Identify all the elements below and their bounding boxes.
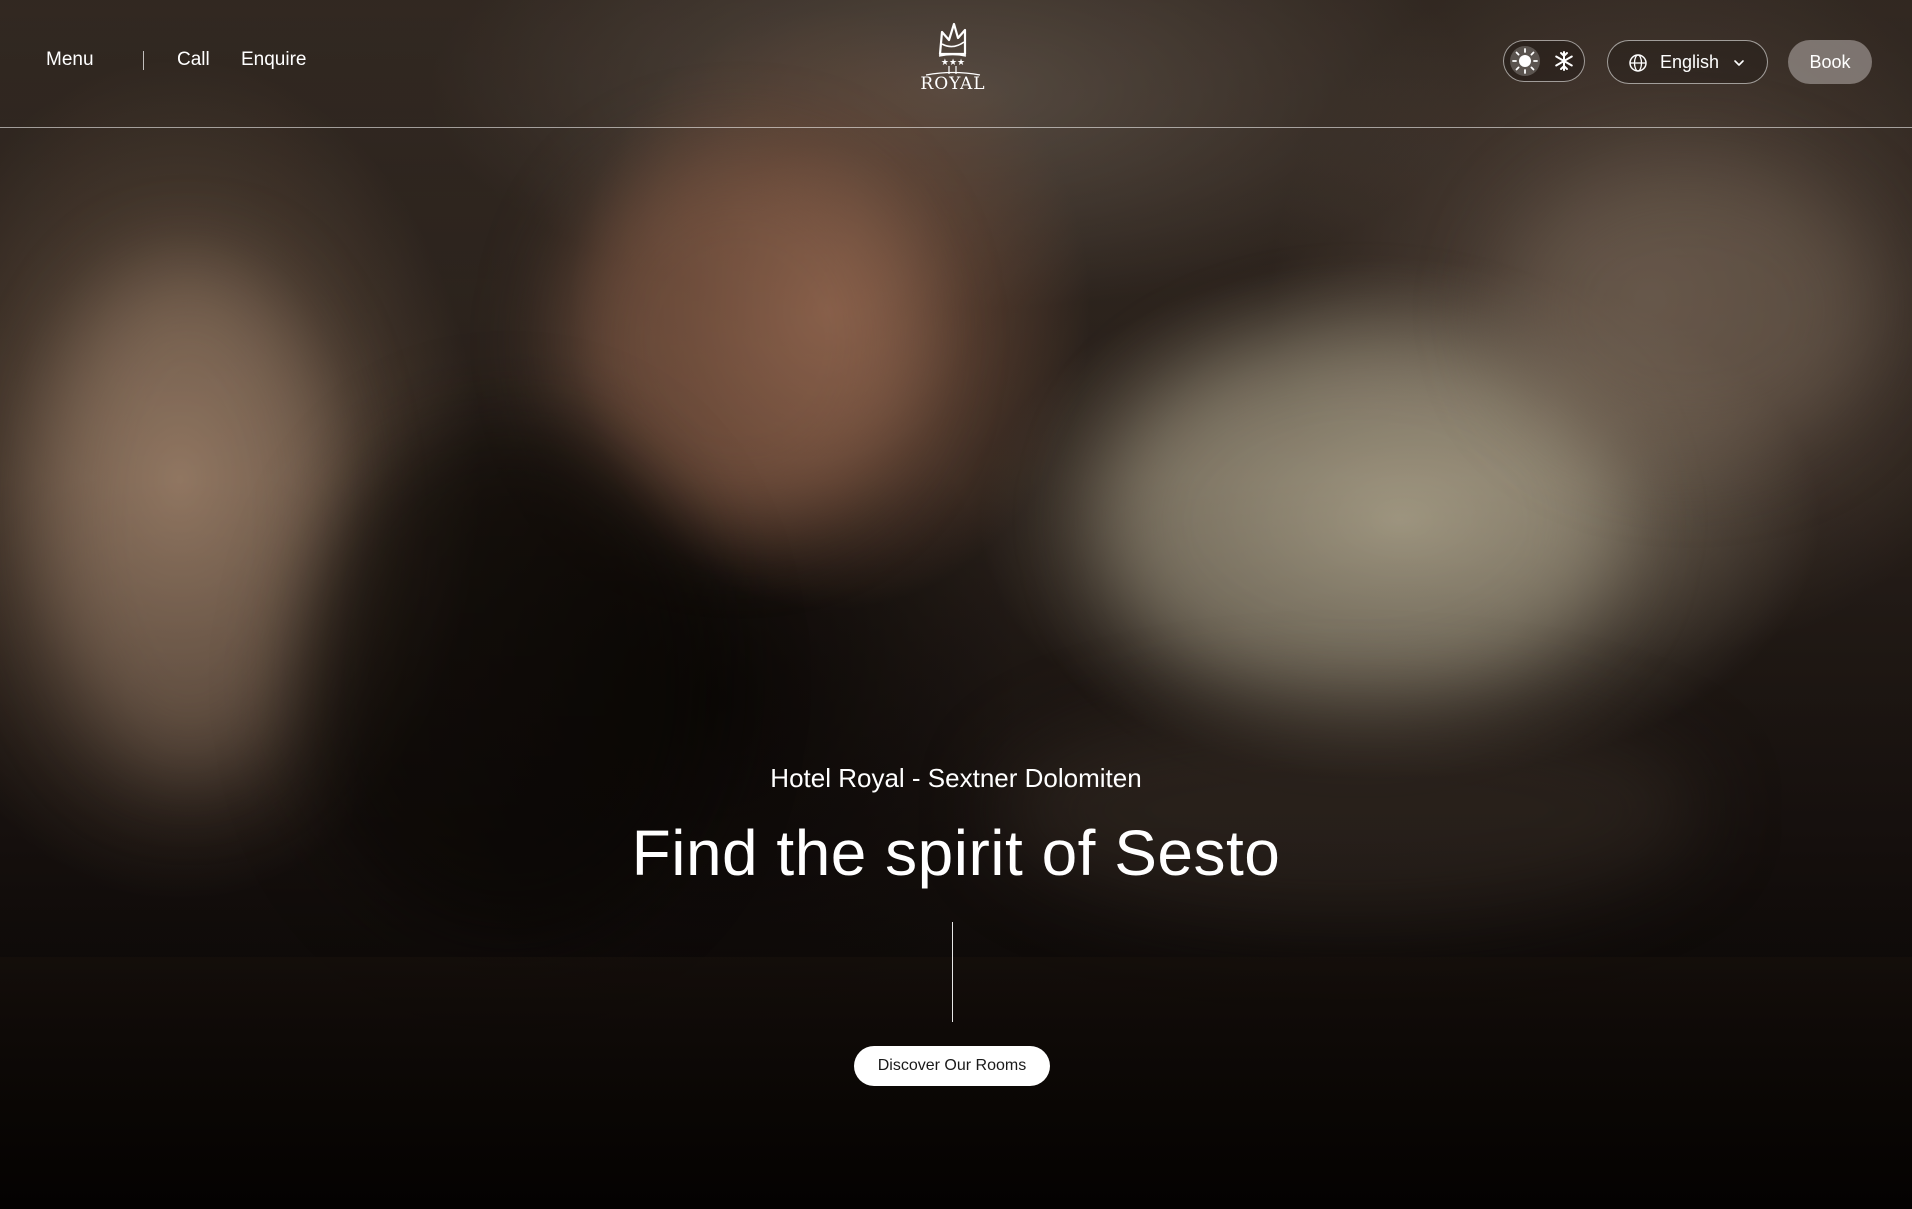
hero-headline: Find the spirit of Sesto [631,817,1281,889]
season-theme-toggle[interactable] [1503,40,1585,82]
language-selector[interactable]: English [1607,40,1768,84]
enquire-link[interactable]: Enquire [241,48,307,72]
top-navigation-bar: Menu Call Enquire ★★★ ROYAL English Book [0,0,1912,128]
hero-background-image [0,0,1912,1209]
hotel-royal-logo[interactable]: ★★★ ROYAL [918,20,988,100]
hero-eyebrow: Hotel Royal - Sextner Dolomiten [770,763,1142,793]
hero-divider-line [952,922,953,1022]
summer-option[interactable] [1510,46,1540,76]
chevron-down-icon [1734,60,1744,66]
menu-button[interactable]: Menu [46,48,94,72]
winter-option[interactable] [1549,46,1579,76]
language-selected-label: English [1660,52,1720,72]
sun-icon [1512,48,1538,74]
snowflake-icon [1555,51,1573,71]
call-link[interactable]: Call [177,48,210,72]
discover-rooms-button[interactable]: Discover Our Rooms [854,1046,1050,1086]
nav-separator [143,51,144,70]
globe-icon [1629,54,1647,72]
logo-text: ROYAL [920,74,986,94]
book-button[interactable]: Book [1788,40,1872,84]
svg-text:★★★: ★★★ [941,58,965,68]
crown-icon: ★★★ [925,22,981,76]
